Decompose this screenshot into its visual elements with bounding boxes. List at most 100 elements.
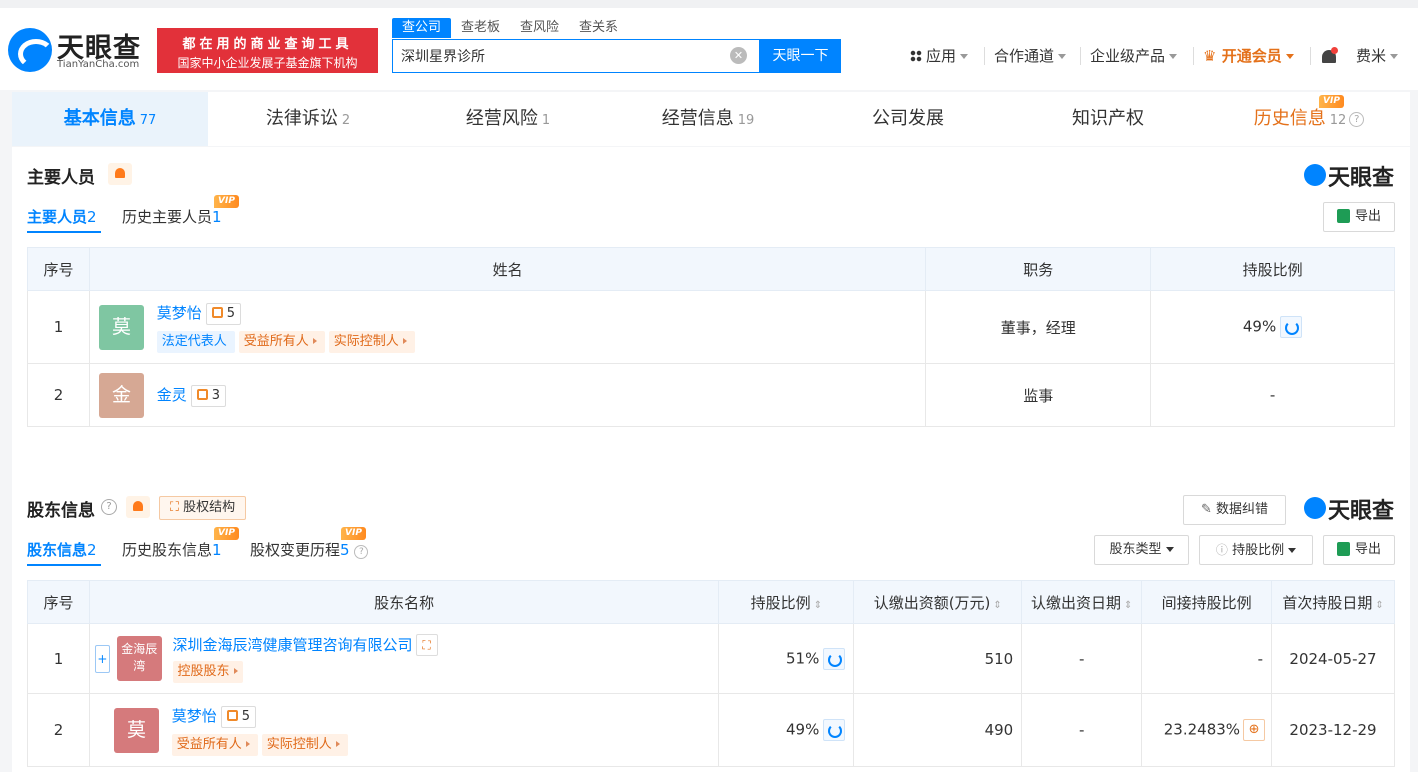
search-type-tabs: 查公司 查老板 查风险 查关系 — [392, 18, 628, 38]
nav-partner[interactable]: 合作通道 — [994, 45, 1067, 66]
shareholder-name-link[interactable]: 莫梦怡 — [172, 707, 217, 725]
tab-risk[interactable]: 经营风险 1 — [408, 92, 608, 146]
col-header-sortable[interactable]: 持股比例 — [718, 580, 855, 624]
export-label: 导出 — [1354, 209, 1381, 224]
expand-icon[interactable]: + — [94, 644, 110, 673]
search-box — [392, 39, 760, 73]
col-header-label: 首次持股日期 — [1282, 593, 1373, 612]
tianyancha-watermark-icon — [1304, 164, 1326, 186]
nav-user[interactable]: 费米 — [1356, 45, 1399, 66]
nav-divider — [1310, 47, 1311, 65]
tianyancha-watermark-icon — [1304, 497, 1326, 519]
subtab-label: 历史股东信息 — [122, 541, 213, 559]
avatar: 金海辰湾 — [116, 636, 162, 681]
first-date-cell: 2023-12-29 — [1271, 693, 1395, 767]
tab-ip[interactable]: 知识产权 — [1008, 92, 1208, 146]
excel-icon — [1336, 541, 1350, 556]
pie-chart-icon[interactable] — [823, 719, 846, 741]
avatar: 金 — [98, 372, 144, 418]
clear-search-icon[interactable]: ✕ — [730, 47, 747, 64]
search-tab-relation[interactable]: 查关系 — [569, 18, 628, 38]
tab-history[interactable]: 历史信息 12? — [1208, 92, 1410, 146]
indirect-cell: 23.2483% ⊕ — [1141, 693, 1273, 767]
data-correction-button[interactable]: ✎ 数据纠错 — [1183, 495, 1286, 525]
penetrate-target-icon[interactable]: ⊕ — [1243, 719, 1266, 741]
active-subtab-underline — [27, 231, 101, 233]
subtab-equity-changes[interactable]: 股权变更历程5 ? — [250, 539, 369, 560]
relation-count-button[interactable]: 3 — [190, 384, 227, 407]
subtab-count: 5 — [340, 541, 350, 559]
help-icon[interactable]: ? — [1349, 112, 1365, 127]
subtab-history-shareholders[interactable]: 历史股东信息1 — [122, 539, 222, 560]
search-tab-boss[interactable]: 查老板 — [451, 18, 510, 38]
slogan-banner[interactable]: 都在用的商业查询工具 国家中小企业发展子基金旗下机构 — [157, 28, 378, 73]
col-header-sortable[interactable]: 认缴出资额(万元) — [853, 580, 1023, 624]
tab-business[interactable]: 经营信息 19 — [608, 92, 808, 146]
subtab-history-personnel[interactable]: 历史主要人员1 — [122, 206, 222, 227]
relation-tree-icon — [226, 709, 238, 721]
ratio-filter[interactable]: ⓘ 持股比例 — [1199, 535, 1313, 565]
equity-structure-button[interactable]: ⛶ 股权结构 — [159, 496, 246, 520]
tab-label: 基本信息 — [63, 108, 136, 129]
tab-basic-info[interactable]: 基本信息 77 — [12, 92, 208, 146]
monitor-bell-icon[interactable] — [108, 163, 132, 185]
role-cell: 董事，经理 — [925, 290, 1152, 364]
date-cell: - — [1021, 693, 1143, 767]
nav-vip[interactable]: ♛ 开通会员 — [1203, 45, 1294, 66]
chevron-down-icon — [1285, 54, 1294, 59]
search-tab-company[interactable]: 查公司 — [392, 18, 452, 38]
ratio-cell: - — [1150, 363, 1395, 427]
subtab-personnel[interactable]: 主要人员2 — [27, 206, 97, 227]
nav-apps[interactable]: 应用 — [910, 45, 969, 66]
ratio-value: 49% — [1242, 317, 1277, 336]
tag-controller[interactable]: 实际控制人 — [261, 733, 348, 756]
export-button[interactable]: 导出 — [1323, 535, 1395, 565]
slogan-line1: 都在用的商业查询工具 — [182, 37, 353, 52]
chevron-down-icon — [1169, 54, 1178, 59]
subtab-label: 主要人员 — [27, 208, 88, 226]
relation-count-button[interactable]: 5 — [205, 302, 242, 325]
person-cell: 莫 莫梦怡 5 法定代表人 受益所有人 实际控制人 — [88, 290, 927, 364]
shareholder-type-filter[interactable]: 股东类型 — [1094, 535, 1189, 565]
tab-count: 12 — [1329, 113, 1347, 128]
shareholder-name-link[interactable]: 深圳金海辰湾健康管理咨询有限公司 — [173, 636, 413, 654]
tag-legal-rep: 法定代表人 — [156, 330, 235, 353]
tag-beneficiary[interactable]: 受益所有人 — [171, 733, 258, 756]
pie-chart-icon[interactable] — [823, 647, 846, 670]
relation-tree-icon — [196, 388, 208, 400]
pie-chart-icon[interactable] — [1280, 316, 1303, 338]
chevron-down-icon — [1390, 54, 1399, 59]
search-input[interactable] — [393, 40, 713, 72]
col-header: 职务 — [925, 247, 1152, 291]
chevron-down-icon — [960, 54, 969, 59]
tab-legal[interactable]: 法律诉讼 2 — [208, 92, 408, 146]
col-header: 姓名 — [88, 247, 927, 291]
person-name-link[interactable]: 金灵 — [157, 386, 187, 404]
search-tab-risk[interactable]: 查风险 — [510, 18, 569, 38]
equity-structure-icon[interactable]: ⛶ — [415, 634, 438, 656]
col-header-sortable[interactable]: 认缴出资日期 — [1021, 580, 1143, 624]
tag-controller[interactable]: 实际控制人 — [328, 330, 415, 353]
search-button[interactable]: 天眼一下 — [760, 39, 841, 73]
subtab-shareholders[interactable]: 股东信息2 — [27, 539, 97, 560]
tag-controlling: 控股股东 — [172, 661, 243, 683]
nav-enterprise[interactable]: 企业级产品 — [1090, 45, 1178, 66]
help-icon: ⓘ — [1215, 543, 1228, 557]
person-name-link[interactable]: 莫梦怡 — [157, 304, 202, 322]
shareholders-table: 序号 股东名称 持股比例 认缴出资额(万元) 认缴出资日期 间接持股比例 首次持… — [27, 580, 1395, 767]
col-header-sortable[interactable]: 首次持股日期 — [1271, 580, 1395, 624]
relation-count: 5 — [226, 305, 236, 321]
help-icon[interactable]: ? — [101, 499, 117, 515]
export-button[interactable]: 导出 — [1323, 202, 1395, 232]
monitor-bell-icon[interactable] — [126, 496, 150, 518]
tianyancha-logo-icon[interactable] — [8, 28, 54, 72]
nav-partner-label: 合作通道 — [994, 47, 1055, 65]
relation-count-button[interactable]: 5 — [220, 705, 257, 728]
tab-development[interactable]: 公司发展 — [808, 92, 1008, 146]
help-icon[interactable]: ? — [354, 545, 369, 559]
nav-divider — [984, 47, 985, 65]
ratio-value: 49% — [785, 720, 820, 739]
tag-beneficiary[interactable]: 受益所有人 — [238, 330, 325, 353]
notification-bell-icon[interactable] — [1321, 47, 1338, 67]
ratio-cell: 49% — [1150, 290, 1395, 364]
